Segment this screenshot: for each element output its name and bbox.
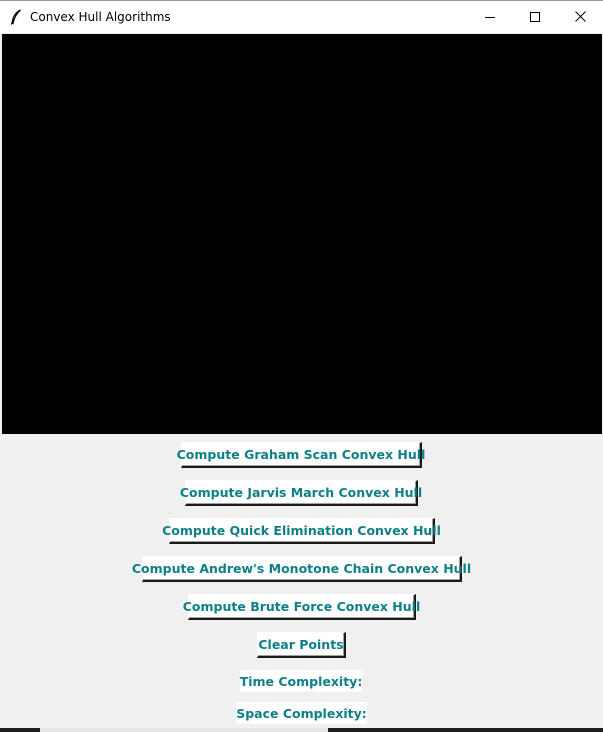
clear-points-button[interactable]: Clear Points <box>257 632 346 658</box>
jarvis-march-button[interactable]: Compute Jarvis March Convex Hull <box>180 480 422 506</box>
close-button[interactable] <box>557 1 603 32</box>
brute-force-button[interactable]: Compute Brute Force Convex Hull <box>183 594 420 620</box>
minimize-button[interactable] <box>467 1 513 32</box>
app-window: Convex Hull Algorithms Compute Graham Sc… <box>0 0 603 732</box>
drawing-canvas[interactable] <box>2 34 602 434</box>
maximize-button[interactable] <box>512 1 558 32</box>
quick-elimination-button[interactable]: Compute Quick Elimination Convex Hull <box>162 518 441 544</box>
feather-icon <box>10 9 22 25</box>
window-title: Convex Hull Algorithms <box>30 10 171 24</box>
space-complexity-label: Space Complexity: <box>236 702 367 724</box>
close-icon <box>574 11 586 22</box>
minimize-icon <box>485 12 495 22</box>
time-complexity-label: Time Complexity: <box>240 670 362 692</box>
graham-scan-button[interactable]: Compute Graham Scan Convex Hull <box>177 442 425 468</box>
taskbar-edge <box>0 728 603 732</box>
maximize-icon <box>530 11 540 22</box>
andrews-monotone-chain-button[interactable]: Compute Andrew's Monotone Chain Convex H… <box>132 556 471 582</box>
